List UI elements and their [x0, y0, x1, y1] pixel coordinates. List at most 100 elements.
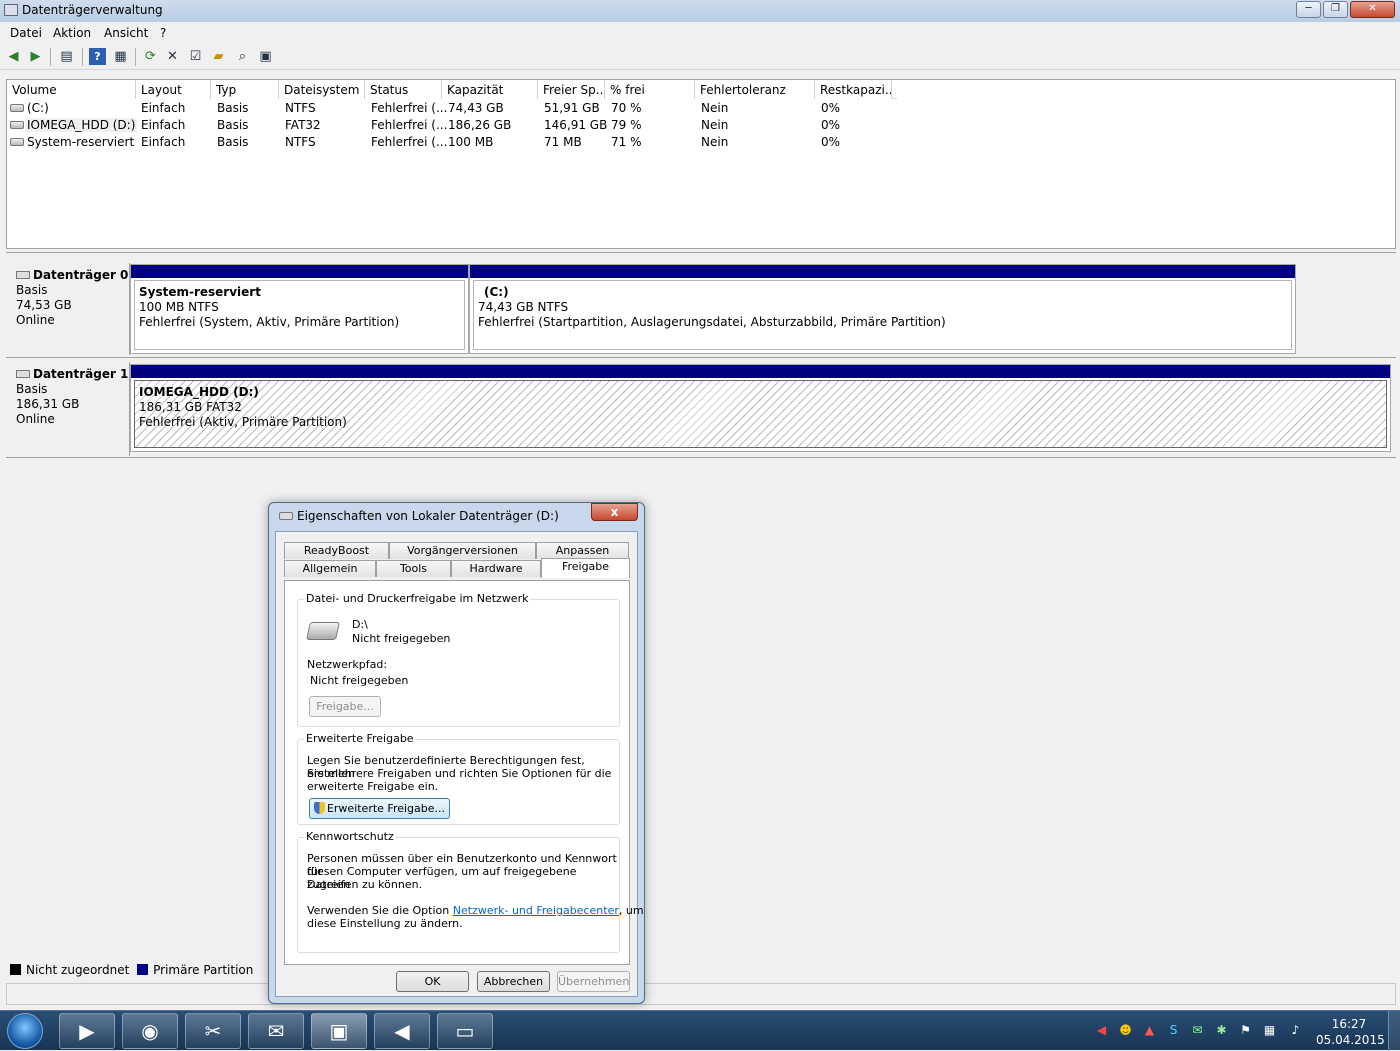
- back-icon[interactable]: ◀: [5, 48, 22, 65]
- minimize-button[interactable]: ─: [1296, 1, 1321, 18]
- speaker-icon[interactable]: ◀: [374, 1013, 430, 1049]
- tab-anpassen[interactable]: Anpassen: [536, 542, 629, 559]
- drive-icon: [279, 512, 293, 520]
- properties-dialog: Eigenschaften von Lokaler Datenträger (D…: [268, 502, 645, 1004]
- view2-icon[interactable]: ▦: [112, 48, 129, 65]
- toolbox-icon[interactable]: ▣: [311, 1013, 367, 1049]
- share-drive-state: Nicht freigegeben: [352, 632, 451, 645]
- properties-icon[interactable]: ☑: [187, 48, 204, 65]
- dialog-close-button[interactable]: x: [591, 503, 638, 521]
- group-title: Datei- und Druckerfreigabe im Netzwerk: [304, 592, 531, 605]
- refresh-icon[interactable]: ⟳: [142, 48, 159, 65]
- drive-icon: [306, 622, 340, 640]
- tab-freigabe[interactable]: Freigabe: [541, 558, 630, 578]
- volume-list-header: Volume Layout Typ Dateisystem Status Kap…: [7, 80, 897, 99]
- volume-list[interactable]: Volume Layout Typ Dateisystem Status Kap…: [6, 79, 1396, 249]
- help-icon[interactable]: ?: [89, 48, 106, 65]
- explorer-folder-icon[interactable]: ▭: [437, 1013, 493, 1049]
- column-header-kapazitaet[interactable]: Kapazität: [442, 80, 538, 99]
- volume-filesystem: NTFS: [285, 135, 316, 149]
- partition-c[interactable]: (C:) 74,43 GB NTFS Fehlerfrei (Startpart…: [469, 264, 1296, 354]
- column-header-fehlertoleranz[interactable]: Fehlertoleranz: [695, 80, 815, 99]
- volume-percent-free: 70 %: [611, 101, 642, 115]
- table-row[interactable]: IOMEGA_HDD (D:) Einfach Basis FAT32 Fehl…: [7, 117, 897, 134]
- tray-people-icon[interactable]: ☻: [1118, 1023, 1133, 1038]
- partition-status: Fehlerfrei (System, Aktiv, Primäre Parti…: [139, 315, 400, 329]
- network-sharing-center-link[interactable]: Netzwerk- und Freigabecenter: [453, 904, 619, 917]
- volume-capacity: 74,43 GB: [448, 101, 504, 115]
- partition-bar: [131, 265, 468, 278]
- tray-update-icon[interactable]: ✱: [1214, 1023, 1229, 1038]
- group-title: Kennwortschutz: [304, 830, 396, 843]
- media-player-icon[interactable]: ▶: [59, 1013, 115, 1049]
- group-title: Erweiterte Freigabe: [304, 732, 416, 745]
- volume-free: 71 MB: [544, 135, 582, 149]
- share-button[interactable]: Freigabe...: [309, 696, 381, 717]
- maximize-button[interactable]: ❐: [1323, 1, 1348, 18]
- tray-antivirus-icon[interactable]: ▲: [1142, 1023, 1157, 1038]
- column-header-restkapazitaet[interactable]: Restkapazi...: [815, 80, 892, 99]
- group-password-protection: Kennwortschutz Personen müssen über ein …: [297, 830, 644, 953]
- search-icon[interactable]: ⌕: [234, 48, 251, 65]
- partition-name: System-reserviert: [139, 285, 261, 299]
- tray-network-icon[interactable]: ▦: [1262, 1023, 1277, 1038]
- menu-help[interactable]: ?: [160, 26, 166, 40]
- close-button[interactable]: ✕: [1350, 1, 1395, 18]
- volume-status: Fehlerfrei (...: [371, 101, 448, 115]
- disk-1-label[interactable]: Datenträger 1 Basis 186,31 GB Online: [8, 362, 130, 456]
- volume-layout: Einfach: [141, 101, 186, 115]
- column-header-typ[interactable]: Typ: [211, 80, 279, 99]
- dialog-title: Eigenschaften von Lokaler Datenträger (D…: [297, 509, 559, 523]
- column-header-dateisystem[interactable]: Dateisystem: [279, 80, 365, 99]
- partition-status: Fehlerfrei (Aktiv, Primäre Partition): [139, 415, 347, 429]
- volume-fault-tolerance: Nein: [701, 135, 729, 149]
- volume-type: Basis: [217, 118, 249, 132]
- chrome-icon[interactable]: ◉: [122, 1013, 178, 1049]
- partition-bar: [470, 265, 1295, 278]
- column-header-layout[interactable]: Layout: [136, 80, 211, 99]
- drive-icon: [10, 138, 24, 146]
- forward-icon[interactable]: ▶: [27, 48, 44, 65]
- column-header-volume[interactable]: Volume: [7, 80, 136, 99]
- column-header-prozent-frei[interactable]: % frei: [605, 80, 695, 99]
- tray-skype-icon[interactable]: S: [1166, 1023, 1181, 1038]
- tab-vorgaengerversionen[interactable]: Vorgängerversionen: [389, 542, 536, 559]
- menu-datei[interactable]: Datei: [10, 26, 42, 40]
- delete-icon[interactable]: ✕: [164, 48, 181, 65]
- partition-iomega-hdd[interactable]: IOMEGA_HDD (D:) 186,31 GB FAT32 Fehlerfr…: [130, 364, 1391, 452]
- tray-mail-icon[interactable]: ✉: [1190, 1023, 1205, 1038]
- tab-readyboost[interactable]: ReadyBoost: [284, 542, 389, 559]
- column-header-freier-speicher[interactable]: Freier Sp...: [538, 80, 605, 99]
- apply-button[interactable]: Übernehmen: [557, 971, 630, 992]
- settings-icon[interactable]: ▣: [257, 48, 274, 65]
- volume-overhead: 0%: [821, 101, 841, 115]
- tab-tools[interactable]: Tools: [376, 560, 451, 577]
- tab-allgemein[interactable]: Allgemein: [284, 560, 376, 577]
- disk-0-label[interactable]: Datenträger 0 Basis 74,53 GB Online: [8, 263, 130, 355]
- mail-icon[interactable]: ✉: [248, 1013, 304, 1049]
- ok-button[interactable]: OK: [396, 971, 469, 992]
- volume-capacity: 100 MB: [448, 135, 494, 149]
- tools-icon[interactable]: ✂: [185, 1013, 241, 1049]
- tab-hardware[interactable]: Hardware: [451, 560, 541, 577]
- tray-volume-icon[interactable]: ♪: [1288, 1023, 1303, 1038]
- view-icon[interactable]: ▤: [58, 48, 75, 65]
- table-row[interactable]: System-reserviert Einfach Basis NTFS Feh…: [7, 134, 897, 151]
- show-desktop-button[interactable]: [1388, 1011, 1400, 1051]
- freigabe-tab-page: Datei- und Druckerfreigabe im Netzwerk D…: [284, 580, 644, 965]
- volume-percent-free: 79 %: [611, 118, 642, 132]
- tray-speaker-icon[interactable]: ◀: [1094, 1023, 1109, 1038]
- advanced-sharing-button[interactable]: Erweiterte Freigabe...: [309, 798, 450, 819]
- partition-system-reserved[interactable]: System-reserviert 100 MB NTFS Fehlerfrei…: [130, 264, 469, 354]
- clock[interactable]: 16:27 05.04.2015: [1316, 1016, 1385, 1048]
- start-button[interactable]: [7, 1013, 43, 1049]
- table-row[interactable]: (C:) Einfach Basis NTFS Fehlerfrei (... …: [7, 100, 897, 117]
- disk-1-type: Basis: [16, 382, 48, 396]
- menu-aktion[interactable]: Aktion: [53, 26, 91, 40]
- menu-ansicht[interactable]: Ansicht: [104, 26, 148, 40]
- tray-flag-icon[interactable]: ⚑: [1238, 1023, 1253, 1038]
- column-header-status[interactable]: Status: [365, 80, 442, 99]
- cancel-button[interactable]: Abbrechen: [477, 971, 550, 992]
- open-icon[interactable]: ▰: [210, 48, 227, 65]
- disk-1-size: 186,31 GB: [16, 397, 80, 411]
